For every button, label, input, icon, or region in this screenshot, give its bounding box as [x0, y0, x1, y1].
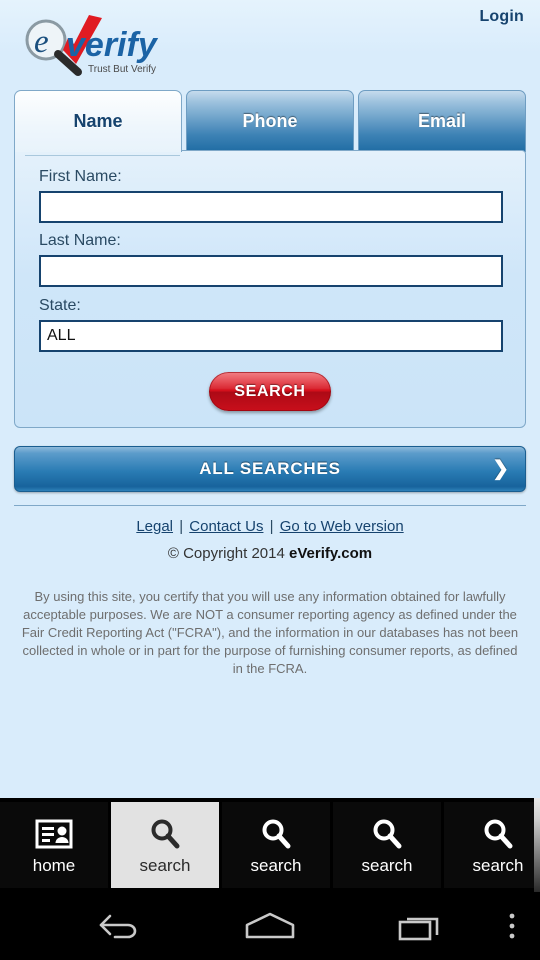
tab-phone-label: Phone [242, 111, 298, 131]
magnifier-icon [481, 814, 515, 854]
footer-link-contact-us[interactable]: Contact Us [189, 518, 263, 535]
app-root: Login e verify Trust But Verify Name Pho… [0, 0, 540, 960]
search-type-tabs: Name Phone Email [14, 90, 526, 152]
android-navigation-bar [0, 892, 540, 960]
back-arrow-icon[interactable] [60, 892, 180, 960]
page-header: Login e verify Trust But Verify [0, 0, 540, 88]
last-name-label: Last Name: [39, 232, 121, 249]
id-card-icon [35, 814, 73, 854]
state-select[interactable]: ALL [39, 320, 503, 352]
copyright-line: © Copyright 2014 eVerify.com [0, 545, 540, 562]
tabbar-label-home: home [32, 856, 76, 875]
tabbar-item-home[interactable]: home [0, 802, 108, 888]
tabbar-item-search-1[interactable]: search [111, 802, 219, 888]
tab-phone[interactable]: Phone [186, 90, 354, 152]
magnifier-icon [148, 814, 182, 854]
search-button[interactable]: SEARCH [209, 372, 331, 411]
first-name-label: First Name: [39, 168, 122, 185]
bottom-tab-strip: home search search search search [0, 802, 540, 888]
magnifier-icon [259, 814, 293, 854]
all-searches-label: ALL SEARCHES [199, 459, 341, 478]
tabbar-item-search-4[interactable]: search [444, 802, 540, 888]
disclaimer-text: By using this site, you certify that you… [21, 589, 519, 676]
magnifier-icon [370, 814, 404, 854]
recents-icon[interactable] [360, 892, 480, 960]
tabbar-item-search-3[interactable]: search [333, 802, 441, 888]
footer-links: Legal | Contact Us | Go to Web version [0, 518, 540, 535]
svg-text:e: e [34, 24, 49, 60]
bottom-tab-bar: home search search search search [0, 798, 540, 892]
name-search-form: First Name: Last Name: State: ALL SEARCH [14, 150, 526, 428]
last-name-input[interactable] [39, 255, 503, 287]
footer-separator-1: | [179, 518, 184, 535]
tabbar-label-search-1: search [139, 856, 191, 875]
home-icon[interactable] [210, 892, 330, 960]
state-label: State: [39, 297, 81, 314]
svg-text:Trust But Verify: Trust But Verify [88, 64, 156, 75]
tabbar-label-search-3: search [361, 856, 413, 875]
chevron-right-icon: ❯ [492, 458, 509, 480]
first-name-input[interactable] [39, 191, 503, 223]
copyright-prefix: © Copyright 2014 [167, 545, 289, 562]
login-link[interactable]: Login [479, 8, 524, 26]
everify-logo-svg: e verify Trust But Verify [25, 15, 159, 76]
footer-link-legal[interactable]: Legal [136, 518, 173, 535]
footer-divider [14, 505, 526, 506]
webview-page: Login e verify Trust But Verify Name Pho… [0, 0, 540, 798]
svg-text:verify: verify [66, 26, 159, 64]
tabbar-label-search-2: search [250, 856, 302, 875]
tab-name[interactable]: Name [14, 90, 182, 152]
tab-email-label: Email [417, 111, 467, 131]
tab-name-label: Name [73, 111, 123, 131]
tab-email[interactable]: Email [358, 90, 526, 152]
overflow-menu-icon[interactable] [484, 892, 540, 960]
all-searches-button[interactable]: ALL SEARCHES ❯ [14, 446, 526, 492]
everify-logo[interactable]: e verify Trust But Verify [16, 12, 206, 78]
tabbar-scrollbar[interactable] [534, 798, 540, 892]
footer-separator-2: | [269, 518, 274, 535]
footer-link-web-version[interactable]: Go to Web version [280, 518, 404, 535]
tabbar-item-search-2[interactable]: search [222, 802, 330, 888]
active-tab-underline [25, 155, 180, 156]
tabbar-label-search-4: search [472, 856, 524, 875]
copyright-brand: eVerify.com [289, 545, 373, 562]
